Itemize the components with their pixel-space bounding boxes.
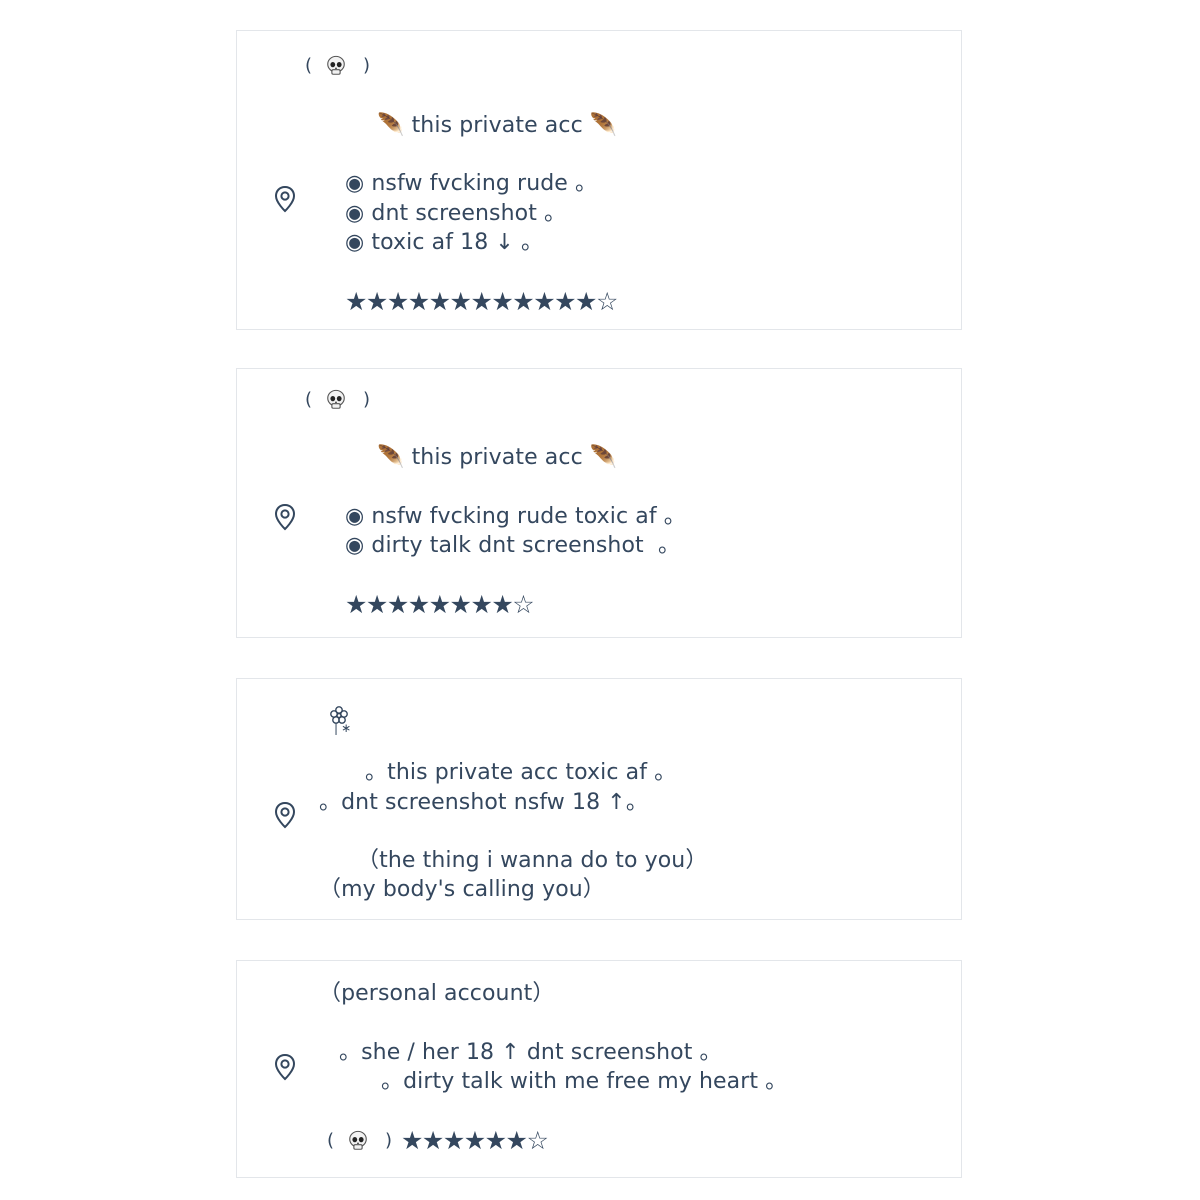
bio-title: 🪶 this private acc 🪶 — [377, 445, 618, 470]
bio-line-2: 。dnt screenshot nsfw 18 ↑。 — [319, 790, 648, 815]
bio-line-1: ◉ nsfw fvcking rude 。 — [345, 171, 598, 196]
bio-line-4: （my body's calling you） — [319, 877, 605, 902]
footer-close-paren: ) — [385, 1130, 393, 1151]
bio-title: 🪶 this private acc 🪶 — [377, 113, 618, 138]
star-rating: ★★★★★★☆ — [401, 1126, 549, 1155]
bio-line-1: ◉ nsfw fvcking rude toxic af 。 — [345, 504, 686, 529]
location-pin-icon — [273, 1053, 297, 1081]
footer-open-paren: ( — [327, 1130, 335, 1151]
header-open-paren: ( — [305, 389, 313, 410]
skull-icon — [327, 389, 345, 409]
location-pin-icon — [273, 801, 297, 829]
bio-card-2: ( ) 🪶 this private acc 🪶 ◉ nsfw fvcking … — [236, 368, 962, 638]
header-close-paren: ) — [363, 389, 371, 410]
bio-card-4: （personal account） 。she / her 18 ↑ dnt s… — [236, 960, 962, 1178]
bio-line-3: （the thing i wanna do to you） — [357, 848, 708, 873]
skull-icon — [349, 1130, 367, 1150]
location-pin-icon — [273, 185, 297, 213]
bio-title: （personal account） — [319, 981, 555, 1006]
bio-line-2: ◉ dnt screenshot 。 — [345, 201, 567, 226]
flower-stem: ❘∗ — [331, 721, 352, 735]
header-close-paren: ) — [363, 55, 371, 76]
bio-card-3: ❘∗ 。this private acc toxic af 。 。dnt scr… — [236, 678, 962, 920]
bio-line-1: 。she / her 18 ↑ dnt screenshot 。 — [339, 1040, 722, 1065]
location-pin-icon — [273, 503, 297, 531]
bio-line-3: ◉ toxic af 18 ↓ 。 — [345, 230, 544, 255]
bio-line-2: ◉ dirty talk dnt screenshot 。 — [345, 533, 681, 558]
bio-line-2: 。dirty talk with me free my heart 。 — [381, 1069, 788, 1094]
skull-icon — [327, 55, 345, 75]
star-rating: ★★★★★★★★☆ — [345, 590, 535, 619]
bio-card-1: ( ) 🪶 this private acc 🪶 ◉ nsfw fvcking … — [236, 30, 962, 330]
star-rating: ★★★★★★★★★★★★☆ — [345, 287, 618, 316]
bio-line-1: 。this private acc toxic af 。 — [365, 760, 677, 785]
card-footer: ( ) ★★★★★★☆ — [327, 1126, 627, 1156]
header-open-paren: ( — [305, 55, 313, 76]
